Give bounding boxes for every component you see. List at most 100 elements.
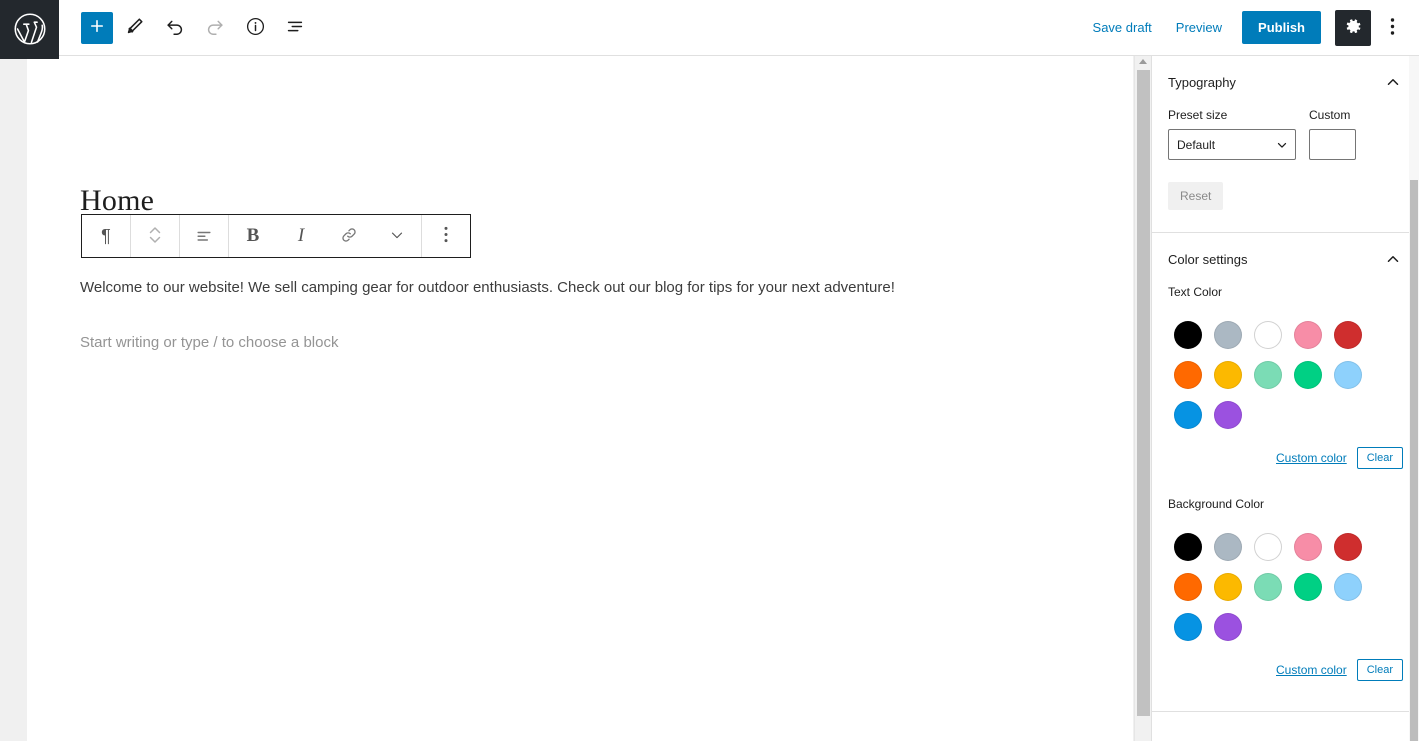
editor-scrollbar-thumb[interactable] xyxy=(1137,70,1150,716)
align-text-icon xyxy=(194,225,214,248)
text-color-swatch-grid xyxy=(1168,315,1368,435)
text-custom-color-link[interactable]: Custom color xyxy=(1276,451,1347,465)
block-type-paragraph-button[interactable]: ¶ xyxy=(82,215,130,257)
post-title[interactable]: Home xyxy=(80,184,154,218)
custom-size-input[interactable] xyxy=(1309,129,1356,160)
chevron-down-icon xyxy=(388,226,406,247)
color-swatch-3[interactable] xyxy=(1294,533,1322,561)
block-mover-button[interactable] xyxy=(131,215,179,257)
sidebar-scrollbar-thumb[interactable] xyxy=(1410,180,1418,741)
empty-paragraph-block[interactable]: Start writing or type / to choose a bloc… xyxy=(80,331,338,355)
background-color-label: Background Color xyxy=(1168,497,1265,511)
custom-size-label: Custom xyxy=(1309,108,1351,122)
color-swatch-1[interactable] xyxy=(1214,533,1242,561)
block-options-button[interactable] xyxy=(422,215,470,257)
color-swatch-5[interactable] xyxy=(1174,573,1202,601)
color-swatch-1[interactable] xyxy=(1214,321,1242,349)
color-swatch-cell xyxy=(1328,355,1368,395)
color-swatch-7[interactable] xyxy=(1254,573,1282,601)
color-swatch-4[interactable] xyxy=(1334,533,1362,561)
color-swatch-10[interactable] xyxy=(1174,613,1202,641)
chevron-up-icon[interactable] xyxy=(1383,249,1403,269)
color-swatch-9[interactable] xyxy=(1334,573,1362,601)
plus-icon xyxy=(88,17,106,38)
block-toolbar: ¶ B I xyxy=(81,214,471,258)
align-text-button[interactable] xyxy=(180,215,228,257)
save-draft-button[interactable]: Save draft xyxy=(1081,12,1164,43)
typography-panel-header[interactable]: Typography xyxy=(1168,72,1403,92)
preset-size-select[interactable]: Default xyxy=(1168,129,1296,160)
color-swatch-cell xyxy=(1168,607,1208,647)
color-swatch-cell xyxy=(1248,355,1288,395)
preset-size-label: Preset size xyxy=(1168,108,1228,122)
color-swatch-cell xyxy=(1288,315,1328,355)
more-rich-text-button[interactable] xyxy=(373,215,421,257)
settings-button[interactable] xyxy=(1335,9,1371,46)
undo-button[interactable] xyxy=(157,10,193,46)
color-swatch-9[interactable] xyxy=(1334,361,1362,389)
color-swatch-2[interactable] xyxy=(1254,321,1282,349)
color-settings-panel-header[interactable]: Color settings xyxy=(1168,249,1403,269)
typography-reset-button[interactable]: Reset xyxy=(1168,182,1224,210)
color-swatch-cell xyxy=(1168,355,1208,395)
scroll-up-arrow-icon[interactable] xyxy=(1139,59,1147,64)
paragraph-block-1[interactable]: Welcome to our website! We sell camping … xyxy=(80,276,1060,300)
sidebar-scrollbar[interactable] xyxy=(1409,56,1419,741)
top-bar-left-tools xyxy=(81,10,313,46)
color-swatch-7[interactable] xyxy=(1254,361,1282,389)
gear-icon xyxy=(1344,17,1363,39)
color-swatch-cell xyxy=(1328,567,1368,607)
text-color-group: Text Color Custom color Clear xyxy=(1168,285,1403,469)
color-swatch-cell xyxy=(1208,607,1248,647)
details-button[interactable] xyxy=(237,10,273,46)
preview-button[interactable]: Preview xyxy=(1164,12,1234,43)
wordpress-logo[interactable] xyxy=(0,0,59,59)
editor-top-bar: Save draft Preview Publish xyxy=(0,0,1419,59)
list-view-button[interactable] xyxy=(277,10,313,46)
background-color-actions: Custom color Clear xyxy=(1168,659,1403,681)
color-swatch-8[interactable] xyxy=(1294,361,1322,389)
kebab-menu-icon xyxy=(444,226,448,246)
color-swatch-6[interactable] xyxy=(1214,361,1242,389)
color-swatch-4[interactable] xyxy=(1334,321,1362,349)
color-swatch-2[interactable] xyxy=(1254,533,1282,561)
edit-tool-button[interactable] xyxy=(117,10,153,46)
typography-controls: Preset size Default Custom xyxy=(1168,108,1403,160)
chevron-up-icon[interactable] xyxy=(1383,72,1403,92)
color-swatch-cell xyxy=(1168,527,1208,567)
color-swatch-3[interactable] xyxy=(1294,321,1322,349)
color-swatch-11[interactable] xyxy=(1214,401,1242,429)
color-swatch-8[interactable] xyxy=(1294,573,1322,601)
text-color-actions: Custom color Clear xyxy=(1168,447,1403,469)
color-swatch-cell xyxy=(1288,567,1328,607)
color-swatch-0[interactable] xyxy=(1174,321,1202,349)
color-swatch-cell xyxy=(1248,315,1288,355)
redo-button[interactable] xyxy=(197,10,233,46)
color-swatch-cell xyxy=(1208,395,1248,435)
bold-button[interactable]: B xyxy=(229,215,277,257)
more-options-button[interactable] xyxy=(1377,10,1407,46)
italic-button[interactable]: I xyxy=(277,215,325,257)
editor-scrollbar[interactable] xyxy=(1134,56,1151,741)
color-swatch-6[interactable] xyxy=(1214,573,1242,601)
color-swatch-cell xyxy=(1168,315,1208,355)
color-settings-panel: Color settings Text Color Custom color C… xyxy=(1152,233,1419,712)
link-button[interactable] xyxy=(325,215,373,257)
top-bar-right-actions: Save draft Preview Publish xyxy=(1081,9,1419,46)
publish-button[interactable]: Publish xyxy=(1242,11,1321,44)
background-color-clear-button[interactable]: Clear xyxy=(1356,659,1403,681)
color-swatch-10[interactable] xyxy=(1174,401,1202,429)
link-icon xyxy=(339,225,359,248)
color-swatch-0[interactable] xyxy=(1174,533,1202,561)
text-color-clear-button[interactable]: Clear xyxy=(1356,447,1403,469)
color-swatch-11[interactable] xyxy=(1214,613,1242,641)
background-custom-color-link[interactable]: Custom color xyxy=(1276,663,1347,677)
editor-canvas[interactable]: Home ¶ B I Welcome to our website! We se… xyxy=(27,56,1133,741)
color-swatch-cell xyxy=(1168,567,1208,607)
kebab-menu-icon xyxy=(1390,17,1395,39)
color-swatch-cell xyxy=(1208,315,1248,355)
add-block-button[interactable] xyxy=(81,11,113,44)
redo-arrow-icon xyxy=(204,15,226,40)
paragraph-pilcrow-icon: ¶ xyxy=(101,225,111,246)
color-swatch-5[interactable] xyxy=(1174,361,1202,389)
